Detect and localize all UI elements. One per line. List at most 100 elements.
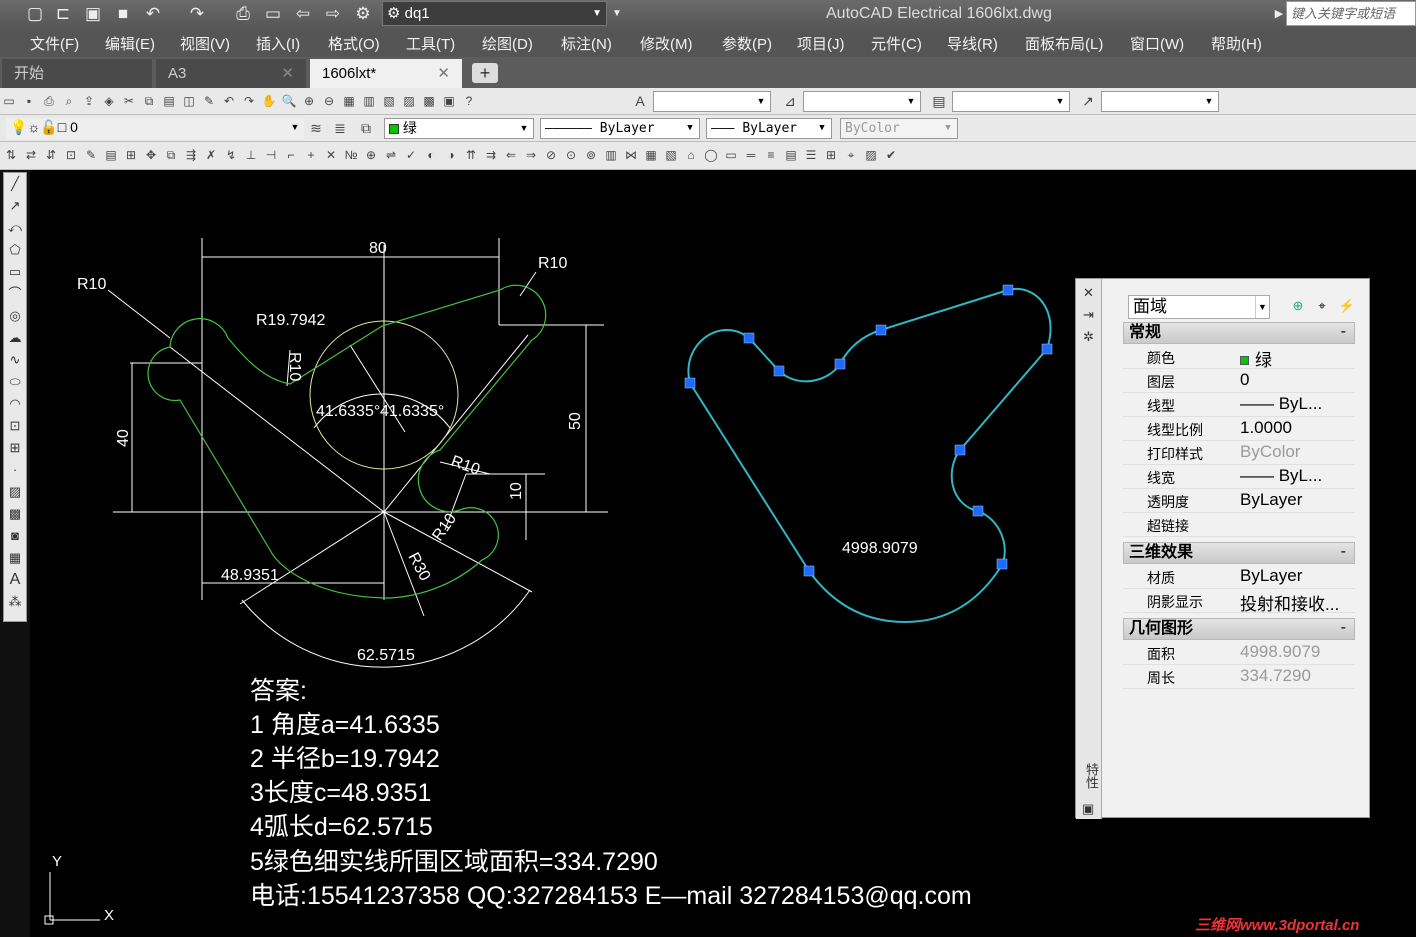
grip[interactable] (996, 558, 1008, 570)
dim-80: 80 (369, 240, 387, 257)
dim-r30: R30 (404, 550, 433, 584)
dim-r10-c: R10 (286, 352, 303, 381)
ucs-icon (44, 872, 100, 925)
answer-line-3: 3长度c=48.9351 (250, 779, 432, 807)
watermark: 三维网www.3dportal.cn (1195, 917, 1360, 934)
section-3d-effects[interactable]: 三维效果 - (1123, 542, 1355, 564)
answer-line-2: 2 半径b=19.7942 (250, 745, 440, 773)
prop-row-material[interactable]: 材质 ByLayer (1123, 565, 1355, 589)
prop-label: 透明度 (1147, 494, 1189, 510)
grip[interactable] (972, 505, 984, 517)
chevron-down-icon: ▼ (1255, 296, 1269, 318)
prop-label: 周长 (1147, 670, 1175, 686)
prop-label: 颜色 (1147, 350, 1175, 366)
prop-label: 线宽 (1147, 470, 1175, 486)
section-label: 常规 (1129, 324, 1162, 341)
ucs-x-label: X (104, 907, 114, 924)
grip[interactable] (803, 565, 815, 577)
prop-row-perimeter[interactable]: 周长 334.7290 (1123, 665, 1355, 689)
green-profile[interactable] (147, 284, 547, 599)
grip[interactable] (1002, 284, 1014, 296)
close-icon[interactable]: ✕ (1076, 285, 1101, 301)
prop-value: —— ByL... (1240, 466, 1323, 485)
prop-label: 线型 (1147, 398, 1175, 414)
prop-row-lineweight[interactable]: 线宽 —— ByL... (1123, 465, 1355, 489)
region-area-label: 4998.9079 (842, 540, 918, 557)
object-type-label: 面域 (1133, 297, 1167, 316)
construction-lines (107, 238, 608, 668)
prop-row-linetype[interactable]: 线型 —— ByL... (1123, 393, 1355, 417)
prop-value: 绿 (1240, 346, 1355, 371)
section-label: 几何图形 (1129, 620, 1194, 637)
dim-r10-a: R10 (77, 276, 106, 293)
prop-row-ltscale[interactable]: 线型比例 1.0000 (1123, 417, 1355, 441)
grip[interactable] (773, 365, 785, 377)
quick-select-icon[interactable]: ⚡ (1338, 297, 1356, 315)
prop-label: 线型比例 (1147, 422, 1203, 438)
prop-row-layer[interactable]: 图层 0 (1123, 369, 1355, 393)
prop-row-plotstyle[interactable]: 打印样式 ByColor (1123, 441, 1355, 465)
prop-label: 超链接 (1147, 518, 1189, 534)
grip[interactable] (684, 377, 696, 389)
select-objects-icon[interactable]: ⌖ (1313, 297, 1331, 315)
dim-arc: 62.5715 (357, 647, 415, 664)
selected-region[interactable] (687, 287, 1052, 624)
section-geometry[interactable]: 几何图形 - (1123, 618, 1355, 640)
answer-heading: 答案: (250, 677, 307, 705)
palette-icon: ▣ (1082, 801, 1095, 816)
prop-label: 图层 (1147, 374, 1175, 390)
prop-value: 投射和接收... (1240, 595, 1340, 614)
grip[interactable] (834, 358, 846, 370)
prop-value: 0 (1240, 370, 1250, 389)
dim-r19: R19.7942 (256, 312, 325, 329)
dim-40: 40 (115, 429, 132, 447)
prop-row-hyperlink[interactable]: 超链接 (1123, 513, 1355, 537)
properties-palette: ✕ ⇥ ✲ 特性 ▣ 面域 ▼ ⊕ ⌖ ⚡ 常规 - 颜色 绿 图层 0 线型 —— By… (1075, 278, 1370, 819)
ucs-y-label: Y (52, 853, 62, 870)
prop-row-shadow[interactable]: 阴影显示 投射和接收... (1123, 589, 1355, 614)
color-swatch (1240, 356, 1249, 365)
grip[interactable] (875, 324, 887, 336)
prop-row-area[interactable]: 面积 4998.9079 (1123, 641, 1355, 665)
grip[interactable] (1041, 343, 1053, 355)
collapse-icon[interactable]: - (1341, 618, 1346, 638)
prop-label: 材质 (1147, 570, 1175, 586)
prop-value: ByLayer (1240, 566, 1303, 585)
collapse-icon[interactable]: - (1341, 322, 1346, 342)
section-general[interactable]: 常规 - (1123, 322, 1355, 344)
arc-ext-left (239, 511, 385, 605)
grip-points (684, 284, 1053, 577)
arc-ext-right (383, 511, 533, 593)
prop-row-transparency[interactable]: 透明度 ByLayer (1123, 489, 1355, 513)
prop-value: ByLayer (1240, 490, 1303, 509)
contact-line: 电话:15541237358 QQ:327284153 E—mail 32728… (250, 882, 972, 910)
dim-r10-b: R10 (538, 255, 567, 272)
prop-value: ByColor (1240, 442, 1301, 461)
dimension-labels: 80 R10 R10 R19.7942 R10 40 50 41.6335° 4… (77, 240, 918, 664)
palette-title: 特性 (1084, 763, 1099, 789)
dim-10: 10 (508, 482, 525, 500)
angle-line-right (383, 334, 529, 513)
grip[interactable] (743, 332, 755, 344)
pin-icon[interactable]: ⇥ (1076, 307, 1101, 323)
autocad-window: ▢ ⊏ ▣ ■ ↶ ↷ ⎙ ▭ ⇦ ⇨ ⚙ ⚙ dq1 ▼ ▼ AutoCAD E… (0, 0, 1416, 937)
prop-value-text: 绿 (1255, 351, 1272, 370)
prop-value: 4998.9079 (1240, 642, 1321, 661)
r10-b-leader (519, 271, 537, 297)
grip[interactable] (954, 444, 966, 456)
object-type-select[interactable]: 面域 ▼ (1128, 295, 1270, 319)
prop-value: 334.7290 (1240, 666, 1311, 685)
dim-angle-2: 41.6335° (380, 403, 444, 420)
prop-label: 阴影显示 (1147, 594, 1203, 610)
dim-50: 50 (567, 412, 584, 430)
r10-a-leader (107, 289, 171, 339)
prop-row-color[interactable]: 颜色 绿 (1123, 345, 1355, 371)
answer-line-4: 4弧长d=62.5715 (250, 813, 433, 841)
answer-line-1: 1 角度a=41.6335 (250, 711, 440, 739)
collapse-icon[interactable]: - (1341, 542, 1346, 562)
palette-side-strip: ✕ ⇥ ✲ 特性 ▣ (1076, 279, 1102, 819)
toggle-pickadd-icon[interactable]: ⊕ (1289, 297, 1307, 315)
section-label: 三维效果 (1129, 544, 1194, 561)
settings-icon[interactable]: ✲ (1076, 329, 1101, 345)
prop-value: 1.0000 (1240, 418, 1292, 437)
